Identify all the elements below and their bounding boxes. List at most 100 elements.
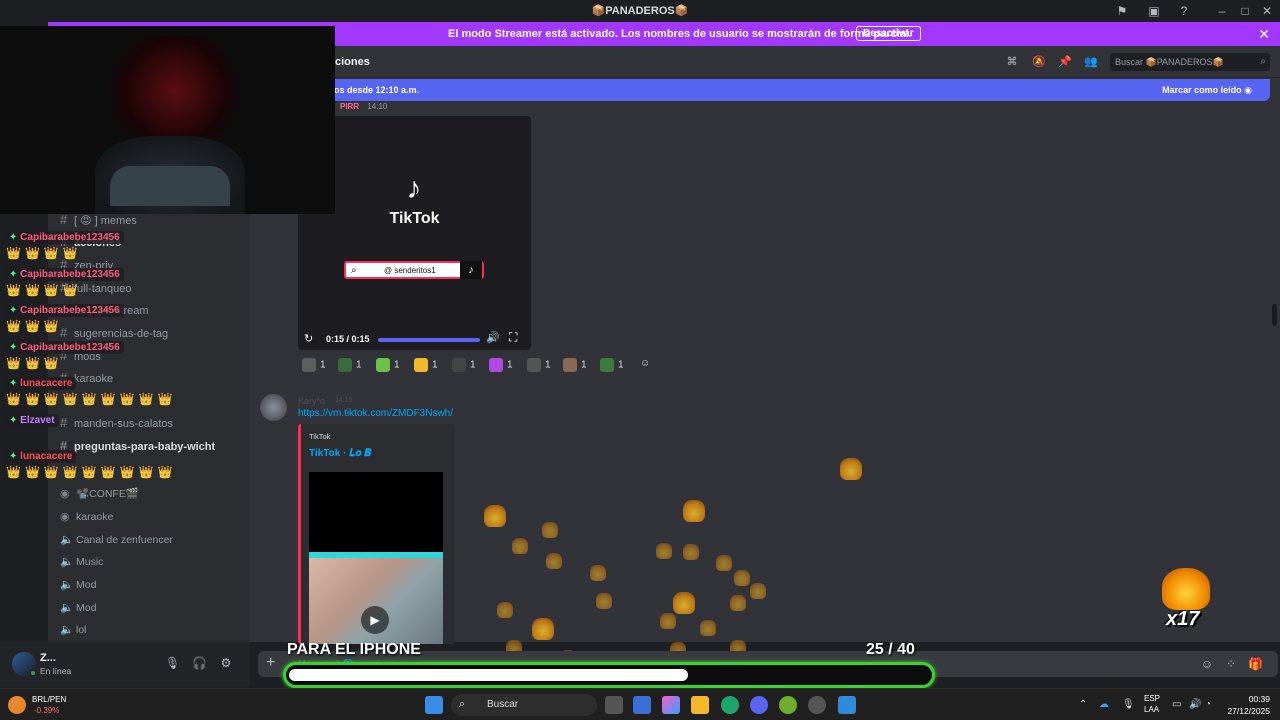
reaction-button[interactable]: 1 [338,358,362,376]
chat-user: Capibarabebe123456 [20,232,120,243]
reaction-button[interactable]: 1 [376,358,400,376]
new-messages-bar[interactable]: os desde 12:10 a.m. Marcar como leído ◉ [250,79,1270,101]
chat-badge-icon: ✦ [9,342,21,353]
search-input[interactable]: Buscar 📦PANADEROS📦 ⌕ [1110,53,1270,71]
keyboard-language[interactable]: ESP LAA [1144,693,1160,715]
channel-label: [ 😡 ] memes [74,215,137,227]
stream-chat-username: ✦ lunacacere [5,377,77,390]
gift-icon[interactable]: 🎁 [1248,657,1263,671]
window-title: 📦PANADEROS📦 [591,5,689,17]
edge-browser-icon[interactable] [721,696,739,714]
close-window-icon[interactable]: ✕ [1259,3,1275,19]
taskbar-search[interactable]: ⌕ Buscar [451,694,597,716]
settings-gear-icon[interactable]: ⚙ [219,656,233,670]
stream-chat-username: ✦ Capibarabebe123456 [5,268,124,281]
help-icon[interactable]: ? [1176,3,1192,19]
message-author[interactable]: PIRR [340,102,359,111]
volume-tray-icon[interactable]: 🔊 [1189,699,1201,710]
reaction-button[interactable]: 1 [414,358,438,376]
sidebar-voice-channel[interactable]: 🔈 Canal de zenfuencer [60,533,173,546]
message-author[interactable]: Kary*o [298,396,325,406]
reaction-button[interactable]: 1 [600,358,624,376]
duck-emote-icon [590,565,606,581]
username[interactable]: Z... [40,652,56,664]
minimize-icon[interactable]: – [1214,3,1230,19]
sidebar-text-channel[interactable]: # preguntas-para-baby-wicht [60,438,215,456]
goal-progress-fill [289,669,688,681]
app-icon[interactable] [779,696,797,714]
battery-icon[interactable]: ◔ [1205,699,1211,710]
sidebar-voice-channel[interactable]: 🔈 lol [60,623,87,636]
reaction-button[interactable]: 1 [527,358,551,376]
video-progress-bar[interactable] [378,338,480,342]
duck-emote-icon [542,522,558,538]
photos-icon[interactable] [838,696,856,714]
headphones-icon[interactable]: 🎧 [192,656,207,670]
apps-icon[interactable]: ⁘ [1224,657,1238,671]
sidebar-text-channel[interactable]: # [ 😡 ] memes [60,212,137,230]
replay-icon[interactable]: ↻ [304,332,313,345]
pin-icon[interactable]: 📌 [1058,55,1072,69]
play-icon[interactable]: ▶ [361,606,389,634]
chat-user: Capibarabebe123456 [20,342,120,353]
embed-title[interactable]: TikTok · 𝑳𝒐 𝑩 [309,448,371,459]
speaker-icon: 🔈 [60,579,74,591]
sidebar-voice-channel[interactable]: 🔈 Music [60,555,103,568]
file-explorer-icon[interactable] [691,696,709,714]
chat-scrollbar[interactable] [1272,304,1277,326]
inbox-flag-icon[interactable]: ⚑ [1114,3,1130,19]
store-icon[interactable] [633,696,651,714]
channel-label: Music [76,556,104,568]
hash-icon: # [60,415,68,430]
emoji-icon[interactable]: ☺ [1200,657,1214,671]
reaction-button[interactable]: 1 [563,358,587,376]
duck-emote-icon [716,555,732,571]
webcam-overlay [0,26,335,214]
sidebar-voice-channel[interactable]: ◉ karaoke [60,510,113,523]
microphone-icon[interactable]: 🎙 [165,656,180,670]
volume-icon[interactable]: 🔊 [486,331,500,344]
stream-chat-username: ✦ Capibarabebe123456 [5,231,124,244]
combo-count: x17 [1166,608,1200,630]
system-clock[interactable]: 00:39 27/12/2025 [1227,693,1270,717]
avatar[interactable] [260,394,287,421]
reaction-button[interactable]: 1 [489,358,513,376]
discord-icon[interactable] [750,696,768,714]
reaction-button[interactable]: 1 [452,358,476,376]
network-icon[interactable]: ▭ [1172,699,1181,710]
copilot-icon[interactable] [662,696,680,714]
reaction-button[interactable]: 1 [302,358,326,376]
maximize-icon[interactable]: □ [1237,3,1253,19]
tiktok-link-embed[interactable]: TikTok TikTok · 𝑳𝒐 𝑩 ▶ [298,424,455,644]
add-reaction-icon[interactable]: ☺ [640,358,650,376]
video-time: 0:15 / 0:15 [326,334,370,344]
attach-plus-icon[interactable]: + [266,654,275,672]
close-banner-icon[interactable]: ✕ [1258,26,1270,43]
stream-chat-emotes: 👑👑👑👑 [6,246,82,260]
sidebar-voice-channel[interactable]: 🔈 Mod [60,578,96,591]
duck-emote-icon [683,544,699,560]
disable-streamer-mode-button[interactable]: Desactivar [856,26,921,41]
embed-thumbnail[interactable]: ▶ [309,472,443,644]
task-view-icon[interactable] [605,696,623,714]
search-placeholder: Buscar 📦PANADEROS📦 [1115,57,1224,67]
sidebar-voice-channel[interactable]: 🔈 Mod [60,601,96,614]
duck-emote-icon [673,592,695,614]
onedrive-icon[interactable]: ☁ [1099,699,1109,710]
threads-icon[interactable]: ⌘ [1005,55,1019,69]
sidebar-voice-channel[interactable]: ◉ 📽️CONFE🎬 [60,487,139,500]
fullscreen-icon[interactable]: ⛶ [509,330,517,345]
inbox-icon[interactable]: ▣ [1146,3,1162,19]
windows-start-icon[interactable] [425,696,443,714]
mark-as-read-button[interactable]: Marcar como leído ◉ [1162,85,1252,96]
stage-icon: ◉ [60,488,70,500]
search-icon: ⌕ [459,698,466,710]
notification-muted-icon[interactable]: 🔕 [1032,55,1046,69]
obs-icon[interactable] [808,696,826,714]
duck-emote-icon [497,602,513,618]
message-link[interactable]: https://vm.tiktok.com/ZMDF3Nswh/ [298,408,453,419]
tray-chevron-icon[interactable]: ⌃ [1079,699,1087,710]
member-list-icon[interactable]: 👥 [1084,55,1098,69]
mic-tray-icon[interactable]: 🎙 [1122,699,1135,710]
sidebar-text-channel[interactable]: # manden-sus-calatos [60,415,173,433]
